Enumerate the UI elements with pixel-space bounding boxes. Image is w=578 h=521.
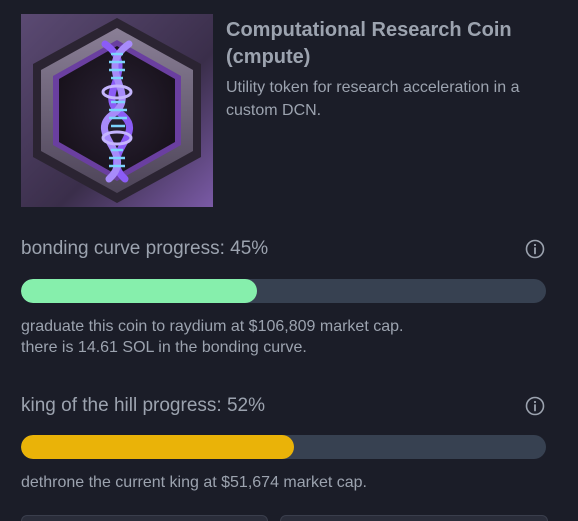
bonding-curve-progress-fill bbox=[21, 279, 258, 303]
coin-image[interactable] bbox=[21, 14, 213, 207]
bonding-curve-label: bonding curve progress: 45% bbox=[21, 238, 269, 259]
coin-name: Computational Research Coin (cmpute) bbox=[226, 19, 512, 68]
coin-card: Computational Research Coin (cmpute) Uti… bbox=[21, 14, 551, 207]
king-of-the-hill-label: king of the hill progress: 52% bbox=[21, 395, 265, 416]
king-of-the-hill-progress-fill bbox=[21, 435, 294, 459]
dethrone-note: dethrone the current king at $51,674 mar… bbox=[21, 474, 367, 491]
bottom-right-button[interactable] bbox=[280, 515, 548, 521]
sol-in-curve-note: there is 14.61 SOL in the bonding curve. bbox=[21, 339, 307, 356]
graduate-note: graduate this coin to raydium at $106,80… bbox=[21, 318, 404, 335]
bonding-curve-progress-bar bbox=[21, 279, 546, 303]
dna-helix-hexagon-icon bbox=[21, 14, 213, 207]
coin-description: Utility token for research acceleration … bbox=[226, 79, 520, 119]
bonding-curve-note: graduate this coin to raydium at $106,80… bbox=[21, 316, 551, 358]
king-of-the-hill-progress-bar bbox=[21, 435, 546, 459]
info-icon[interactable] bbox=[525, 239, 545, 259]
info-icon[interactable] bbox=[525, 396, 545, 416]
bottom-left-button[interactable] bbox=[21, 515, 268, 521]
